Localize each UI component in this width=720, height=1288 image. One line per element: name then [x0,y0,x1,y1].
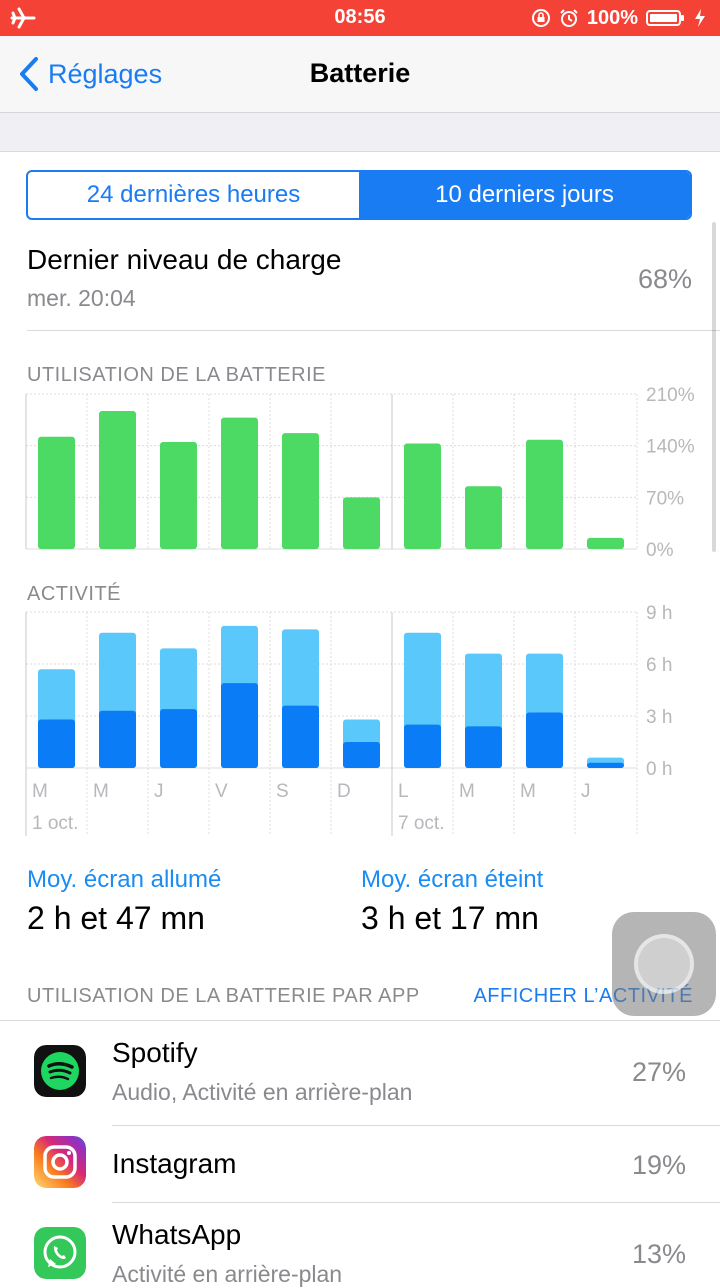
app-name: Spotify [112,1037,198,1068]
orientation-lock-icon [531,9,550,27]
battery-icon [646,10,684,26]
x-axis-day-label: V [215,781,228,802]
instagram-icon [34,1136,86,1188]
app-percentage: 13% [631,1239,686,1269]
activity-bar-screen-on [343,742,380,768]
activity-bar-screen-on [38,719,75,768]
navigation-bar: Réglages Batterie [0,36,720,113]
app-name: Instagram [112,1148,237,1179]
activity-bar-screen-on [282,705,319,768]
app-row-instagram[interactable]: Instagram 19% [0,1126,720,1202]
battery-bar [465,486,502,549]
y-axis-tick-label: 70% [646,488,684,509]
x-axis-date-label: 7 oct. [398,813,444,834]
x-axis-day-label: M [459,781,475,802]
app-percentage: 27% [631,1057,686,1087]
activity-bar-screen-on [160,709,197,768]
spotify-icon [34,1045,86,1097]
battery-bar [282,433,319,549]
charging-icon [695,9,705,27]
x-axis-day-label: M [93,781,109,802]
battery-bar [587,537,624,549]
last-charge-value: 68% [637,264,692,294]
y-axis-tick-label: 0% [646,540,674,561]
section-spacer [0,113,720,152]
divider [27,330,720,331]
alarm-icon [560,9,578,27]
y-axis-tick-label: 9 h [646,603,672,624]
y-axis-tick-label: 3 h [646,707,672,728]
activity-bar-screen-on [465,726,502,768]
battery-bar [38,436,75,549]
segment-10-days[interactable]: 10 derniers jours [359,172,690,218]
x-axis-day-label: S [276,781,289,802]
screen-off-average-value: 3 h et 17 mn [361,900,539,936]
time-range-segmented-control: 24 dernières heures 10 derniers jours [26,170,692,220]
battery-bar [404,443,441,549]
x-axis-day-label: D [337,781,351,802]
battery-bar [526,439,563,549]
y-axis-tick-label: 140% [646,437,695,458]
activity-bar-screen-on [221,683,258,768]
status-right: 100% [531,6,706,30]
app-percentage: 19% [631,1150,686,1180]
x-axis-day-label: L [398,781,409,802]
activity-bar-screen-on [587,762,624,768]
y-axis-tick-label: 210% [646,385,695,406]
battery-bar [160,441,197,549]
battery-bar [343,497,380,549]
screen-on-average-value: 2 h et 47 mn [27,900,205,936]
screen-off-average-label: Moy. écran éteint [361,866,544,893]
app-row-spotify[interactable]: Spotify Audio, Activité en arrière-plan … [0,1021,720,1125]
x-axis-date-label: 1 oct. [32,813,78,834]
y-axis-tick-label: 6 h [646,655,672,676]
assistive-touch-ring [634,934,694,994]
page-title: Batterie [309,58,411,88]
last-charge-time: mer. 20:04 [27,285,136,311]
app-name: WhatsApp [112,1219,242,1250]
battery-percent: 100% [586,6,638,29]
scroll-indicator[interactable] [712,222,716,552]
activity-bar-screen-on [99,710,136,768]
battery-bar [221,417,258,549]
x-axis-day-label: M [520,781,536,802]
app-subtitle: Activité en arrière-plan [112,1261,343,1287]
activity-bar-screen-on [526,712,563,768]
assistive-touch-button[interactable] [612,912,716,1016]
last-charge-title: Dernier niveau de charge [27,244,342,275]
status-bar: 08:56 100% [0,0,720,36]
app-subtitle: Audio, Activité en arrière-plan [112,1079,413,1105]
screen-on-average-label: Moy. écran allumé [27,866,222,893]
activity-bar-screen-on [404,724,441,768]
y-axis-tick-label: 0 h [646,759,672,780]
x-axis-day-label: J [581,781,591,802]
app-row-whatsapp[interactable]: WhatsApp Activité en arrière-plan 13% [0,1203,720,1287]
x-axis-day-label: M [32,781,48,802]
whatsapp-icon [34,1227,86,1279]
x-axis-day-label: J [154,781,164,802]
segment-24-hours[interactable]: 24 dernières heures [28,172,359,218]
app-usage-heading: UTILISATION DE LA BATTERIE PAR APP [27,985,420,1007]
battery-bar [99,410,136,549]
battery-charts: 0% 70% 140% 210% 0 h 3 h 6 h 9 h M M J V S D L M M J 1 oct… [25,385,695,836]
